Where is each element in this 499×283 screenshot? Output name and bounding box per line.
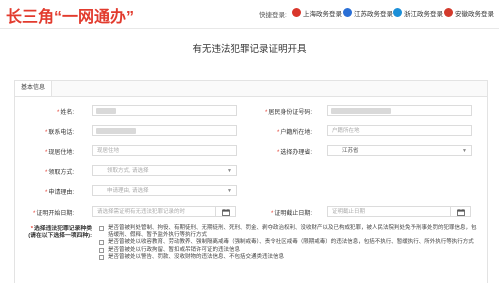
anhui-emblem-icon [444,8,453,17]
jiangsu-login-button[interactable]: 江苏政务登录 [343,7,393,18]
shanghai-login-button[interactable]: 上海政务登录 [292,7,342,18]
start-date-label: *证明开始日期: [32,211,74,217]
redacted-value [96,108,116,114]
name-label: *姓名: [56,110,74,116]
checkbox[interactable] [99,247,104,253]
calendar-icon [457,209,465,216]
chevron-down-icon: ▼ [462,148,467,154]
province-select-label: *选择办理省: [276,150,312,156]
top-header: 长三角“一网通办” 快捷登录: 上海政务登录 江苏政务登录 浙江政务登录 安徽政… [0,0,499,28]
phone-input[interactable] [92,125,237,136]
chevron-down-icon: ▼ [227,188,232,194]
zhejiang-login-button[interactable]: 浙江政务登录 [393,7,443,18]
phone-label: *联系电话: [44,130,74,136]
quick-login-label: 快捷登录: [259,12,287,19]
anhui-login-button[interactable]: 安徽政务登录 [444,7,494,18]
shanghai-login-label: 上海政务登录 [303,10,342,18]
residence-label: *现居住地: [44,150,74,156]
tab-bar [14,80,488,97]
zhejiang-login-label: 浙江政务登录 [404,10,443,18]
record-option[interactable]: 是否曾被处以行政拘留、暂扣或吊销许可证的违法信息 [98,247,478,254]
end-date-label: *证明截止日期: [270,211,312,217]
redacted-value [331,108,391,114]
reason-select[interactable]: 申请理由, 请选择 ▼ [92,185,237,196]
shanghai-emblem-icon [292,8,301,17]
redacted-value [96,128,136,134]
calendar-icon [222,209,230,216]
reason-label: *申请理由: [44,190,74,196]
id-number-label: *居民身份证号码: [264,110,312,116]
header-divider [0,28,499,29]
anhui-login-label: 安徽政务登录 [455,10,494,18]
record-type-label: *选择违法犯罪记录种类 (请在以下选择一项四种): [28,226,92,239]
province-select[interactable]: 江苏省 ▼ [327,145,472,156]
hukou-label: *户籍所在地: [276,130,312,136]
zhejiang-emblem-icon [393,8,402,17]
checkbox[interactable] [99,240,104,246]
checkbox[interactable] [99,226,104,231]
jiangsu-login-label: 江苏政务登录 [354,10,393,18]
pickup-method-select[interactable]: 领取方式, 请选择 ▼ [92,165,237,176]
chevron-down-icon: ▼ [227,168,232,174]
record-type-options: 是否曾被判处管制、拘役、有期徒刑、无期徒刑、死刑、罚金、剥夺政治权利、没收财产以… [98,225,478,261]
end-date-calendar-button[interactable] [450,206,471,217]
start-date-calendar-button[interactable] [215,206,236,217]
record-option[interactable]: 是否曾被判处管制、拘役、有期徒刑、无期徒刑、死刑、罚金、剥夺政治权利、没收财产以… [98,225,478,239]
hukou-input[interactable]: 户籍所在地 [327,125,472,136]
id-number-input[interactable] [327,105,472,116]
record-option[interactable]: 是否曾被处以警告、罚款、没收财物的违法信息、不包括交通类违法信息 [98,254,478,261]
end-date-input[interactable]: 证明截止日期 [327,206,451,217]
site-logo[interactable]: 长三角“一网通办” [6,3,134,27]
page-title: 有无违法犯罪记录证明开具 [192,44,307,55]
name-input[interactable] [92,105,237,116]
pickup-method-label: *领取方式: [44,170,74,176]
start-date-input[interactable]: 请选择需证明有无违法犯罪记录的时 [92,206,216,217]
tab-basic-info[interactable]: 基本信息 [15,81,52,96]
record-option[interactable]: 是否曾被处以收容教育、劳动教养、强制隔离戒毒（强制戒毒）、责令社区戒毒（限期戒毒… [98,239,478,246]
residence-input[interactable]: 现居住地 [92,145,237,156]
jiangsu-emblem-icon [343,8,352,17]
checkbox[interactable] [99,254,104,260]
